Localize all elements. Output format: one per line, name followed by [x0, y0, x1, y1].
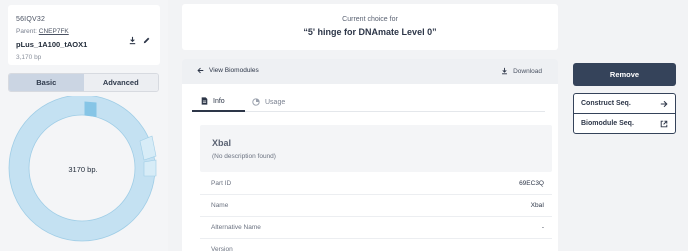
- tab-info-label: Info: [213, 97, 225, 105]
- external-link-icon: [660, 120, 668, 127]
- left-panel: 56IQV32 Parent: CNEP7FK pLus_1A100_tAOX1…: [0, 0, 168, 251]
- detail-header: View Biomodules Download: [182, 59, 558, 84]
- detail-key: Part ID: [211, 180, 232, 187]
- feature-summary: XbaI (No description found): [200, 125, 552, 172]
- toggle-basic-button[interactable]: Basic: [9, 74, 84, 91]
- detail-key: Alternative Name: [211, 224, 261, 231]
- remove-button[interactable]: Remove: [573, 63, 676, 86]
- detail-row-alternative-name: Alternative Name -: [200, 217, 552, 239]
- detail-row-version: Version: [200, 239, 552, 251]
- current-choice-title: “5' hinge for DNAmate Level 0”: [303, 27, 437, 37]
- detail-value: XbaI: [530, 202, 544, 209]
- tab-usage[interactable]: Usage: [252, 92, 285, 112]
- construct-seq-button[interactable]: Construct Seq.: [573, 93, 676, 114]
- action-panel: Remove Construct Seq. Biomodule Seq.: [568, 0, 688, 251]
- construct-parent: Parent: CNEP7FK: [16, 28, 69, 35]
- construct-seq-label: Construct Seq.: [581, 100, 631, 107]
- edit-pencil-icon[interactable]: [142, 36, 151, 45]
- current-choice-card: Current choice for “5' hinge for DNAmate…: [182, 4, 558, 50]
- plasmid-feature-marker[interactable]: [143, 159, 157, 177]
- parent-label: Parent:: [16, 28, 39, 35]
- construct-size: 3,170 bp: [16, 54, 42, 61]
- biomodule-seq-label: Biomodule Seq.: [581, 120, 634, 127]
- main-content: Current choice for “5' hinge for DNAmate…: [174, 0, 563, 251]
- detail-value: -: [541, 224, 544, 231]
- detail-row-part-id: Part ID 69EC3Q: [200, 173, 552, 195]
- construct-info-card: 56IQV32 Parent: CNEP7FK pLus_1A100_tAOX1…: [8, 5, 160, 65]
- detail-tabs: Info Usage: [192, 92, 545, 112]
- feature-name: XbaI: [212, 138, 232, 148]
- arrow-left-icon: [197, 67, 204, 74]
- download-icon[interactable]: [128, 36, 137, 45]
- detail-key: Version: [211, 246, 233, 251]
- plasmid-size-label: 3170 bp.: [68, 165, 98, 174]
- parent-link[interactable]: CNEP7FK: [39, 28, 69, 35]
- detail-value: 69EC3Q: [519, 180, 544, 187]
- current-choice-label: Current choice for: [342, 16, 398, 23]
- download-icon: [502, 67, 508, 75]
- biomodule-seq-button[interactable]: Biomodule Seq.: [573, 113, 676, 134]
- construct-actions: [128, 36, 151, 45]
- tab-info[interactable]: Info: [192, 92, 245, 112]
- document-icon: [201, 97, 208, 105]
- toggle-advanced-button[interactable]: Advanced: [83, 74, 158, 91]
- tab-usage-label: Usage: [265, 98, 286, 106]
- pie-chart-icon: [252, 98, 260, 106]
- view-biomodules-link[interactable]: View Biomodules: [197, 67, 259, 74]
- construct-id: 56IQV32: [16, 16, 46, 23]
- detail-row-name: Name XbaI: [200, 195, 552, 217]
- download-label: Download: [513, 67, 542, 75]
- plasmid-selected-feature[interactable]: [84, 101, 97, 118]
- construct-name: pLus_1A100_tAOX1: [16, 40, 88, 49]
- view-biomodules-label: View Biomodules: [209, 67, 259, 74]
- feature-description: (No description found): [212, 153, 276, 160]
- download-button[interactable]: Download: [501, 67, 542, 75]
- view-toggle: Basic Advanced: [8, 73, 159, 92]
- biomodule-detail-panel: View Biomodules Download Info Usage XbaI…: [182, 59, 558, 251]
- detail-key: Name: [211, 202, 229, 209]
- arrow-right-icon: [660, 100, 668, 107]
